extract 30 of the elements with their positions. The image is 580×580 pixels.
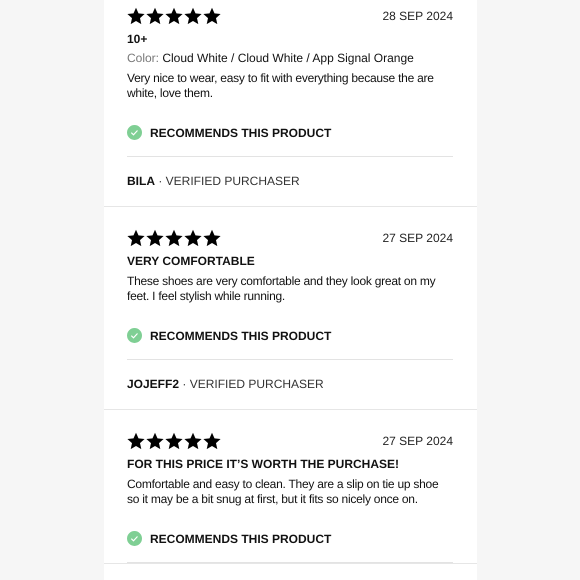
review-date: 27 SEP 2024 xyxy=(382,231,453,245)
star-icon xyxy=(146,229,164,247)
review-title: VERY COMFORTABLE xyxy=(127,254,256,269)
star-icon xyxy=(203,7,221,25)
review-title: FOR THIS PRICE IT’S WORTH THE PURCHASE! xyxy=(127,457,400,472)
review-date: 28 SEP 2024 xyxy=(382,9,453,23)
star-icon xyxy=(184,229,202,247)
star-icon xyxy=(165,229,183,247)
recommendation-text: RECOMMENDS THIS PRODUCT xyxy=(150,328,332,342)
review-text: Comfortable and easy to clean. They are a slip on tie up shoe so it may be a bit snug at first, but it fits so nicely once on. xyxy=(127,477,440,507)
review-title: 10+ xyxy=(127,32,148,47)
star-icon xyxy=(127,7,145,25)
star-icon xyxy=(203,432,221,450)
star-icon xyxy=(203,229,221,247)
color-info: Color: Cloud White / Cloud White / App Signal Orange xyxy=(127,51,415,66)
recommendation-text: RECOMMENDS THIS PRODUCT xyxy=(150,126,332,140)
star-icon xyxy=(165,432,183,450)
star-icon xyxy=(165,7,183,25)
star-icon xyxy=(146,432,164,450)
star-icon xyxy=(184,432,202,450)
review-date: 27 SEP 2024 xyxy=(382,434,453,448)
reviewer-name: JOJEFF2 · VERIFIED PURCHASER xyxy=(127,376,325,393)
star-icon xyxy=(127,229,145,247)
star-icon xyxy=(184,7,202,25)
review-text: Very nice to wear, easy to fit with everything because the are white, love them. xyxy=(127,71,435,101)
reviewer-name: BILA · VERIFIED PURCHASER xyxy=(127,173,301,190)
star-icon xyxy=(146,7,164,25)
star-icon xyxy=(127,432,145,450)
review-text: These shoes are very comfortable and they look great on my feet. I feel stylish while running. xyxy=(127,274,436,304)
recommendation-text: RECOMMENDS THIS PRODUCT xyxy=(150,532,332,546)
